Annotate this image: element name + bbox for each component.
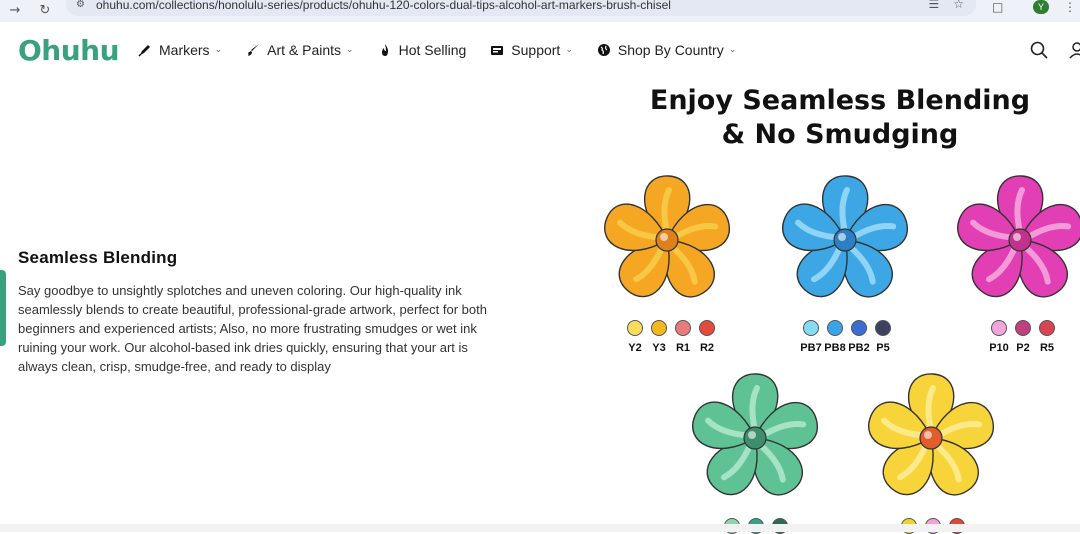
color-swatch	[1015, 320, 1031, 336]
site-header: Ohuhu Markers ⌄ Art & Paints ⌄ Hot Selli…	[0, 22, 1080, 80]
chevron-down-icon: ⌄	[346, 45, 354, 55]
page-bottom-edge	[0, 524, 1080, 532]
chevron-down-icon: ⌄	[565, 45, 573, 55]
paintbrush-icon	[246, 43, 260, 57]
color-code: R5	[1039, 342, 1055, 354]
center-shine	[838, 233, 846, 241]
swatch-row	[803, 320, 891, 336]
nav-label: Shop By Country	[617, 42, 724, 58]
support-icon	[490, 43, 504, 57]
color-code-row: PB7 PB8 PB2 P5	[799, 342, 895, 354]
extensions-icon[interactable]: □	[992, 0, 1003, 14]
translate-icon[interactable]: ☰	[928, 0, 939, 11]
color-code: P5	[876, 342, 890, 354]
nav-markers[interactable]: Markers ⌄	[138, 42, 222, 58]
color-code-row: P10 P2 R5	[987, 342, 1059, 354]
forward-icon[interactable]: →	[0, 4, 30, 18]
nav-label: Support	[511, 42, 561, 58]
headline-line-2: & No Smudging	[721, 119, 959, 150]
chevron-down-icon: ⌄	[728, 45, 737, 55]
ohuhu-logo[interactable]: Ohuhu	[18, 34, 120, 67]
browser-menu-icon[interactable]: ⋮	[1064, 0, 1076, 14]
center-shine	[748, 431, 756, 439]
color-code: PB7	[800, 342, 822, 354]
color-code: P10	[989, 342, 1009, 354]
center-shine	[924, 431, 932, 439]
flower-orange	[604, 175, 731, 298]
flower-blue	[782, 175, 909, 298]
color-swatch	[699, 320, 715, 336]
side-feedback-tab[interactable]	[0, 270, 6, 346]
nav-label: Hot Selling	[398, 42, 467, 58]
flower-pink	[957, 175, 1080, 298]
url-text[interactable]: ohuhu.com/collections/honolulu-series/pr…	[96, 0, 671, 12]
color-code: PB2	[848, 342, 870, 354]
feature-body: Say goodbye to unsightly splotches and u…	[18, 283, 487, 374]
flower-center	[833, 228, 857, 252]
color-swatch	[651, 320, 667, 336]
flower-center	[655, 228, 679, 252]
feature-title: Seamless Blending	[18, 248, 178, 267]
flame-icon	[378, 43, 392, 57]
color-swatch	[675, 320, 691, 336]
color-code: Y3	[652, 342, 666, 354]
color-code: PB8	[824, 342, 846, 354]
headline-line-1: Enjoy Seamless Blending	[649, 85, 1031, 116]
color-swatch	[991, 320, 1007, 336]
color-code: R2	[699, 342, 715, 354]
nav-art-paints[interactable]: Art & Paints ⌄	[246, 42, 354, 58]
color-code: Y2	[628, 342, 642, 354]
blending-headline: Enjoy Seamless Blending & No Smudging	[600, 84, 1080, 152]
bookmark-star-icon[interactable]: ☆	[953, 0, 964, 11]
color-swatch	[827, 320, 843, 336]
browser-toolbar: → ↻ ⚙ ohuhu.com/collections/honolulu-ser…	[0, 0, 1080, 22]
color-code: P2	[1016, 342, 1030, 354]
address-bar[interactable]: ⚙ ohuhu.com/collections/honolulu-series/…	[66, 0, 976, 16]
nav-shop-by-country[interactable]: Shop By Country ⌄	[597, 42, 736, 58]
swatch-row	[627, 320, 715, 336]
nav-label: Art & Paints	[267, 42, 342, 58]
search-icon[interactable]	[1030, 41, 1048, 64]
chevron-down-icon: ⌄	[214, 45, 223, 55]
flower-green	[692, 373, 819, 496]
flower-center	[1008, 228, 1032, 252]
color-code-row: Y2 Y3 R1 R2	[623, 342, 719, 354]
nav-label: Markers	[159, 42, 210, 58]
center-shine	[1013, 233, 1021, 241]
color-swatch	[1039, 320, 1055, 336]
nav-support[interactable]: Support ⌄	[490, 42, 573, 58]
swatch-row	[991, 320, 1055, 336]
flower-center	[743, 426, 767, 450]
main-nav: Markers ⌄ Art & Paints ⌄ Hot Selling Sup…	[138, 42, 760, 58]
nav-hot-selling[interactable]: Hot Selling	[378, 42, 467, 58]
site-info-icon[interactable]: ⚙	[76, 0, 88, 11]
color-swatch	[803, 320, 819, 336]
reload-icon[interactable]: ↻	[30, 4, 60, 18]
color-swatch	[851, 320, 867, 336]
feature-copy: Seamless Blending Say goodbye to unsight…	[18, 248, 498, 376]
flower-yellow	[868, 373, 995, 496]
marker-icon	[138, 43, 152, 57]
color-swatch	[627, 320, 643, 336]
color-swatch	[875, 320, 891, 336]
flower-center	[919, 426, 943, 450]
color-code: R1	[675, 342, 691, 354]
globe-icon	[597, 43, 611, 57]
account-icon[interactable]	[1068, 41, 1080, 64]
center-shine	[660, 233, 668, 241]
profile-avatar[interactable]: Y	[1033, 0, 1049, 14]
